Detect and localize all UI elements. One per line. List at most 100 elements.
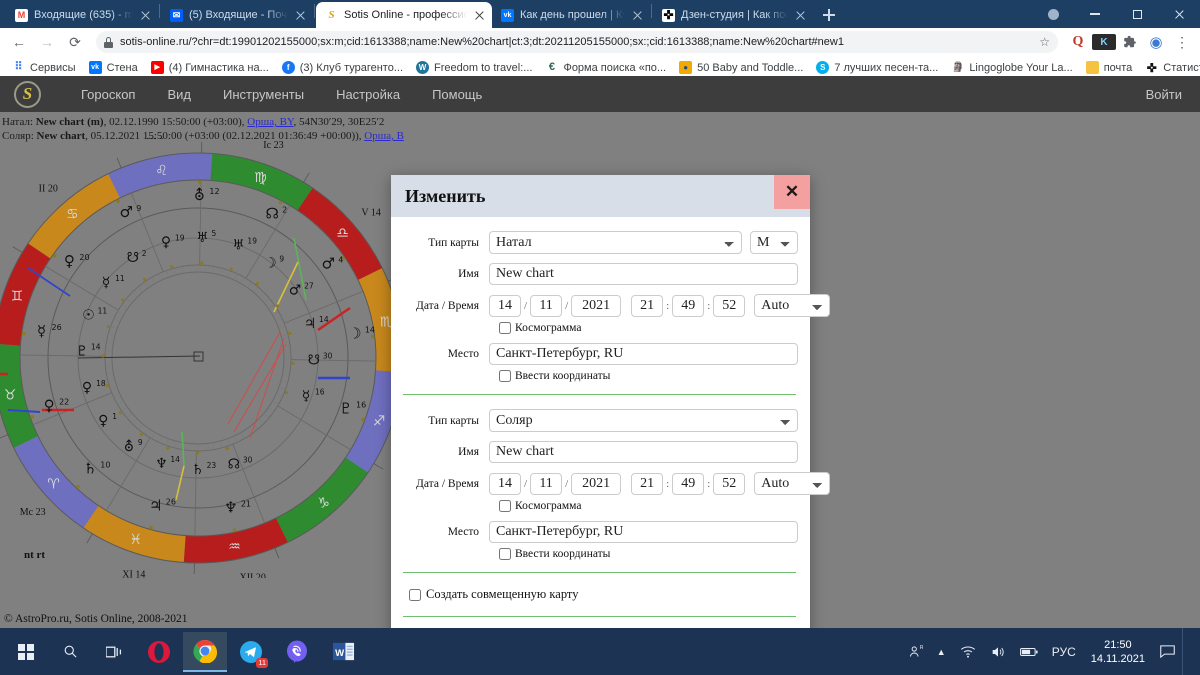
k-extension-icon[interactable]: K [1092, 34, 1116, 50]
telegram-taskbar-icon[interactable]: 11 [229, 632, 273, 672]
solar-place-input[interactable] [489, 521, 798, 543]
merge-chart-checkbox[interactable] [409, 588, 421, 601]
close-icon[interactable]: ✕ [774, 175, 810, 209]
natal-place-link[interactable]: Орша, BY [247, 116, 293, 128]
volume-tray-icon[interactable] [983, 628, 1013, 675]
search-icon[interactable] [48, 628, 92, 675]
solar-timezone-select[interactable]: Auto [754, 472, 831, 495]
planet-glyph: ♂ 4 [321, 255, 343, 273]
solar-coords-checkbox[interactable] [499, 548, 511, 560]
bookmark-item[interactable]: f (3) Клуб турагенто... [276, 59, 409, 76]
nav-instrumenty[interactable]: Инструменты [207, 87, 320, 102]
task-view-icon[interactable] [92, 628, 136, 675]
svg-text:27: 27 [304, 281, 314, 290]
language-tray[interactable]: РУС [1045, 628, 1083, 675]
opera-taskbar-icon[interactable] [137, 632, 181, 672]
close-window-button[interactable] [1158, 0, 1200, 28]
notifications-icon[interactable] [1153, 628, 1182, 675]
bookmark-item[interactable]: W Freedom to travel:... [410, 59, 538, 76]
q-extension-icon[interactable]: Q [1066, 30, 1090, 54]
tab-title: Как день прошел | Кухонька [520, 9, 625, 21]
svg-text:☋: ☋ [308, 352, 320, 368]
close-icon[interactable] [294, 9, 307, 22]
profile-avatar-icon[interactable]: ◉ [1144, 30, 1168, 54]
browser-tab[interactable]: ✉ (5) Входящие - Почта Mail.ru [161, 2, 313, 28]
svg-text:☿: ☿ [302, 388, 311, 404]
natal-cosmogram-checkbox[interactable] [499, 322, 511, 334]
bookmark-item[interactable]: vk Стена [83, 59, 144, 76]
chrome-taskbar-icon[interactable] [183, 631, 227, 672]
show-hidden-icons[interactable]: ▲ [930, 628, 953, 675]
svg-text:♀: ♀ [98, 413, 108, 429]
planet-glyph: ♆ 21 [224, 499, 251, 517]
natal-name-input[interactable] [489, 263, 798, 285]
puzzle-extensions-icon[interactable] [1118, 30, 1142, 54]
minimize-button[interactable] [1074, 0, 1116, 28]
viber-taskbar-icon[interactable] [275, 632, 319, 672]
bookmark-item[interactable]: € Форма поиска «по... [539, 59, 672, 76]
maximize-button[interactable] [1116, 0, 1158, 28]
show-desktop-button[interactable] [1182, 628, 1192, 675]
battery-tray-icon[interactable] [1013, 628, 1045, 675]
solar-hour-input[interactable] [631, 472, 664, 495]
edit-chart-dialog[interactable]: Изменить ✕ Тип карты Натал M Имя New cha… [391, 175, 831, 628]
solar-second-input[interactable] [713, 472, 746, 495]
reload-icon[interactable]: ⟳ [62, 29, 88, 55]
nav-pomosh[interactable]: Помощь [416, 87, 498, 102]
new-tab-button[interactable] [817, 3, 841, 27]
bookmark-item[interactable]: ✜ Статистика [1139, 59, 1200, 76]
bookmark-item[interactable]: ▶ (4) Гимнастика на... [145, 59, 275, 76]
word-taskbar-icon[interactable]: W [321, 632, 365, 672]
nav-goroskop[interactable]: Гороскоп [65, 87, 151, 102]
bookmark-item[interactable]: S 7 лучших песен-та... [810, 59, 944, 76]
solar-minute-input[interactable] [672, 472, 705, 495]
windows-start-icon[interactable] [4, 628, 48, 675]
nav-nastroika[interactable]: Настройка [320, 87, 416, 102]
solar-month-input[interactable] [530, 472, 563, 495]
solar-cosmogram-checkbox[interactable] [499, 500, 511, 512]
natal-year-input[interactable] [571, 294, 622, 317]
browser-tab-active[interactable]: S Sotis Online - профессиональна [316, 2, 492, 28]
sotis-logo[interactable]: S [14, 80, 41, 108]
browser-tab[interactable]: vk Как день прошел | Кухонька [492, 2, 650, 28]
close-icon[interactable] [631, 9, 644, 22]
natal-hour-input[interactable] [631, 294, 664, 317]
taskbar-clock[interactable]: 21:50 14.11.2021 [1083, 638, 1153, 666]
time-separator: : [666, 477, 670, 490]
natal-day-input[interactable] [489, 294, 521, 317]
natal-coords-checkbox[interactable] [499, 370, 511, 382]
browser-tab[interactable]: ✜ Дзен-студия | Как построить св [653, 2, 813, 28]
people-tray-icon[interactable]: R [901, 628, 930, 675]
solar-year-input[interactable] [571, 472, 622, 495]
solar-day-input[interactable] [489, 472, 521, 495]
back-icon[interactable]: ← [6, 29, 32, 55]
chrome-menu-icon[interactable]: ⋮ [1170, 30, 1194, 54]
bookmark-item[interactable]: ⠿ Сервисы [6, 59, 82, 76]
profile-button[interactable] [1032, 0, 1074, 28]
forward-icon[interactable]: → [34, 29, 60, 55]
bookmark-item[interactable]: почта [1080, 59, 1139, 76]
natal-chart-type-select[interactable]: Натал [489, 231, 742, 254]
astrology-chart-wheel[interactable]: ♒ ♓ ♈ ♉ ♊ ♋ ♌ ♍ ♎ ♏ ♐ ♑ ♆ 21 ♃ 26 ♄ 10 ♀… [0, 138, 418, 578]
login-link[interactable]: Войти [1146, 87, 1186, 102]
bookmark-item[interactable]: ● 50 Baby and Toddle... [673, 59, 809, 76]
natal-gender-select[interactable]: M [750, 231, 798, 254]
solar-chart-type-select[interactable]: Соляр [489, 409, 798, 432]
natal-second-input[interactable] [713, 294, 746, 317]
wifi-tray-icon[interactable] [953, 628, 983, 675]
natal-timezone-select[interactable]: Auto [754, 294, 831, 317]
close-icon[interactable] [139, 9, 152, 22]
address-bar[interactable]: sotis-online.ru/?chr=dt:19901202155000;s… [96, 31, 1058, 53]
planet-glyph: ☿ 11 [102, 274, 125, 291]
bookmark-star-icon[interactable]: ☆ [1039, 35, 1050, 49]
solar-name-input[interactable] [489, 441, 798, 463]
natal-place-input[interactable] [489, 343, 798, 365]
nav-vid[interactable]: Вид [151, 87, 207, 102]
close-icon[interactable] [473, 9, 486, 22]
natal-minute-input[interactable] [672, 294, 705, 317]
close-icon[interactable] [794, 9, 807, 22]
bookmark-label: 7 лучших песен-та... [834, 61, 939, 74]
natal-month-input[interactable] [530, 294, 563, 317]
browser-tab[interactable]: M Входящие (635) - melitaorsha@g [6, 2, 158, 28]
bookmark-item[interactable]: 🗿 Lingoglobe Your La... [945, 59, 1078, 76]
